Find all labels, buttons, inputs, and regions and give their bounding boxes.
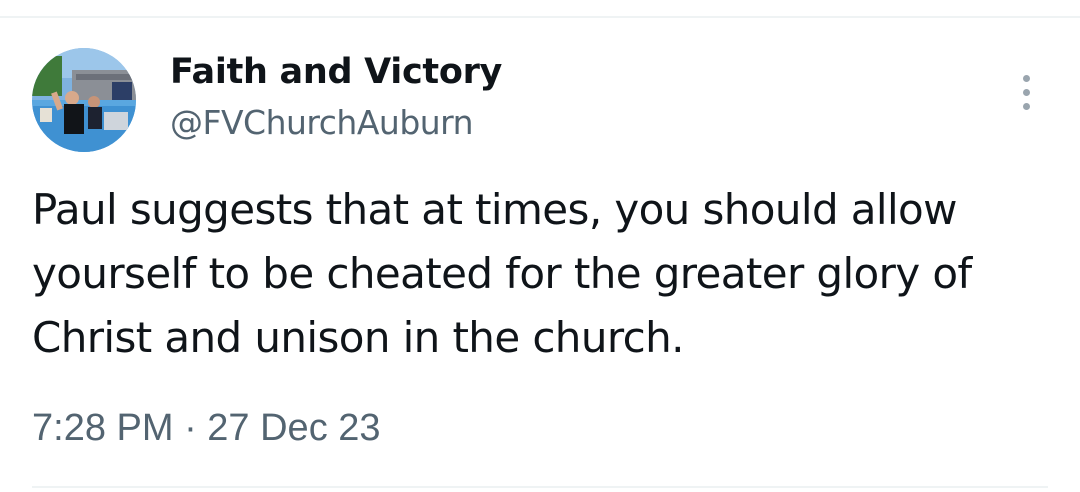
more-vertical-icon-dot bbox=[1022, 102, 1030, 110]
more-vertical-icon-dot bbox=[1022, 88, 1030, 96]
tweet-text: Paul suggests that at times, you should … bbox=[32, 185, 972, 362]
more-vertical-icon bbox=[1022, 74, 1030, 82]
more-options-button[interactable] bbox=[1006, 70, 1046, 114]
avatar[interactable] bbox=[32, 48, 136, 152]
author-display-name[interactable]: Faith and Victory bbox=[170, 52, 502, 92]
profile-photo-icon bbox=[32, 48, 136, 152]
tweet-detail: Faith and Victory @FVChurchAuburn Paul s… bbox=[0, 0, 1080, 492]
tweet-timestamp[interactable]: 7:28 PM · 27 Dec 23 bbox=[32, 407, 381, 450]
top-divider bbox=[0, 16, 1080, 18]
author-handle[interactable]: @FVChurchAuburn bbox=[170, 103, 474, 142]
bottom-divider bbox=[32, 486, 1048, 488]
